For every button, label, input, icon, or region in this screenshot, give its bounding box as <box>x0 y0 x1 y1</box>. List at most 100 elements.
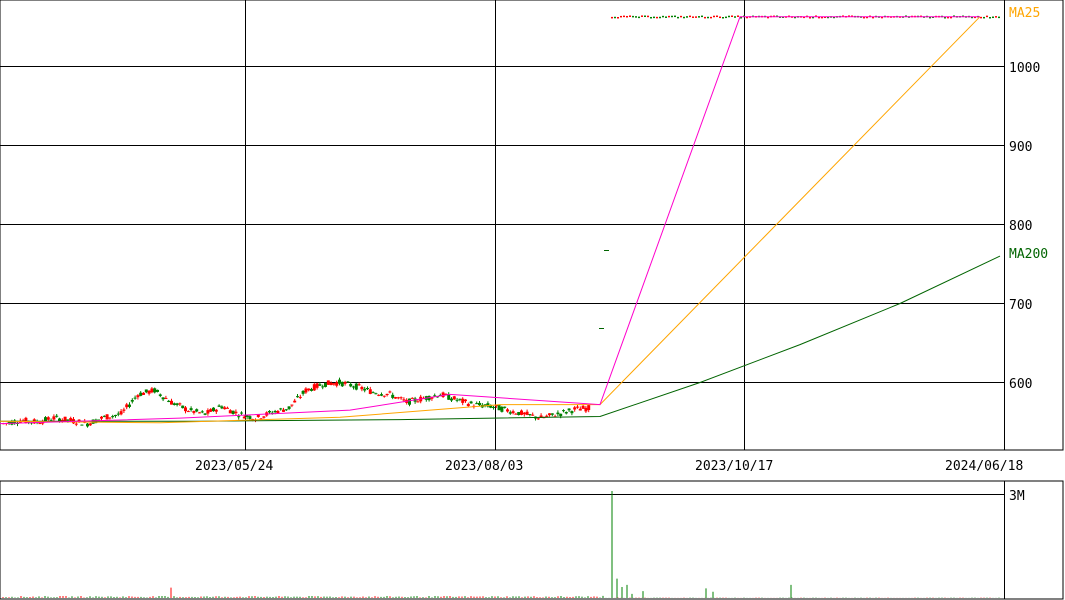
candle-body <box>212 407 215 412</box>
candle-body <box>728 15 730 18</box>
candle-body <box>525 411 529 415</box>
candle-body <box>701 15 703 18</box>
candle-body <box>722 17 724 19</box>
x-tick-label-1: 2023/05/24 <box>195 459 273 474</box>
candle-body <box>567 408 571 411</box>
candle-body <box>335 382 339 386</box>
candle-body <box>198 412 201 414</box>
candle-body <box>156 389 159 392</box>
candle-body <box>139 392 143 396</box>
candle-body <box>231 410 235 414</box>
candle-body <box>158 394 162 396</box>
candle-body <box>656 16 658 19</box>
candle-body <box>683 16 685 19</box>
candle-body <box>340 381 344 387</box>
candle-body <box>357 384 361 386</box>
candle-body <box>399 397 403 399</box>
candle-body <box>469 401 473 404</box>
candle-body <box>665 16 667 18</box>
candle-body <box>707 16 709 19</box>
candle-body <box>248 416 252 419</box>
candle-body <box>659 16 661 19</box>
candle-body <box>668 15 670 18</box>
candle-body <box>290 404 294 406</box>
candle-body <box>195 409 199 412</box>
candle-body <box>150 388 154 393</box>
candle-body <box>536 418 540 420</box>
candle-body <box>998 16 1000 19</box>
candle-body <box>506 409 509 412</box>
candle-body <box>620 15 622 18</box>
candle-body <box>184 407 187 412</box>
candle-body <box>122 409 126 411</box>
candle-body <box>242 416 246 419</box>
candle-body <box>573 407 577 410</box>
candle-body <box>713 15 715 18</box>
candle-body <box>564 411 568 414</box>
candle-body <box>142 392 145 395</box>
candle-body <box>629 15 631 17</box>
candle-body <box>310 389 313 391</box>
candle-body <box>710 16 712 19</box>
x-tick-label-4: 2024/06/18 <box>945 459 1023 474</box>
candle-body <box>626 15 628 18</box>
candle-body <box>203 413 207 415</box>
candle-body <box>346 381 350 383</box>
candle-body <box>144 389 148 393</box>
candle-body <box>206 410 210 414</box>
candle-body <box>388 391 392 393</box>
candle-body <box>644 15 646 18</box>
candle-body <box>520 410 523 415</box>
candle-body <box>125 404 129 408</box>
candle-body <box>108 417 112 419</box>
candle-body <box>641 15 643 17</box>
candle-body <box>441 392 445 397</box>
candle-body <box>102 415 106 417</box>
candle-body <box>161 397 165 400</box>
candle-body <box>326 380 330 385</box>
candle-body <box>312 384 316 391</box>
candle-body <box>164 397 168 399</box>
x-tick-label-2: 2023/08/03 <box>445 459 523 474</box>
candle-body <box>324 382 327 387</box>
candle-body <box>461 398 465 403</box>
candle-body <box>52 416 56 420</box>
candle-body <box>284 409 288 411</box>
candle-body <box>147 390 151 394</box>
candle-body <box>450 398 453 401</box>
candle-body <box>74 423 78 425</box>
candle-body <box>377 394 381 396</box>
candle-body <box>24 417 28 424</box>
y-tick-label-700: 700 <box>1009 298 1032 313</box>
candle-body <box>531 414 535 416</box>
legend-ma25: MA25 <box>1009 6 1040 21</box>
candle-body <box>128 404 131 407</box>
candle-body <box>321 386 325 388</box>
candle-body <box>200 411 204 413</box>
candle-body <box>172 403 176 405</box>
candle-body <box>380 394 383 396</box>
candle-body <box>556 412 560 415</box>
candle-body <box>234 411 238 414</box>
candle-body <box>638 16 640 19</box>
candle-body <box>282 409 285 412</box>
candle-body <box>338 379 341 384</box>
candle-body <box>228 410 232 414</box>
candle-body <box>394 397 397 399</box>
candle-body <box>192 410 196 413</box>
candle-body <box>677 16 679 19</box>
candle-body <box>548 413 551 416</box>
legend-ma200: MA200 <box>1009 247 1048 262</box>
candle-body <box>279 408 283 410</box>
candle-body <box>674 15 676 18</box>
candle-body <box>508 412 512 414</box>
candle-body <box>116 413 120 415</box>
candle-body <box>382 395 386 397</box>
candle-body <box>511 411 515 414</box>
candle-body <box>734 16 736 18</box>
candle-body <box>614 16 616 19</box>
candle-body <box>671 15 673 18</box>
candle-body <box>503 406 507 408</box>
candle-body <box>689 15 691 18</box>
candle-body <box>133 397 137 399</box>
